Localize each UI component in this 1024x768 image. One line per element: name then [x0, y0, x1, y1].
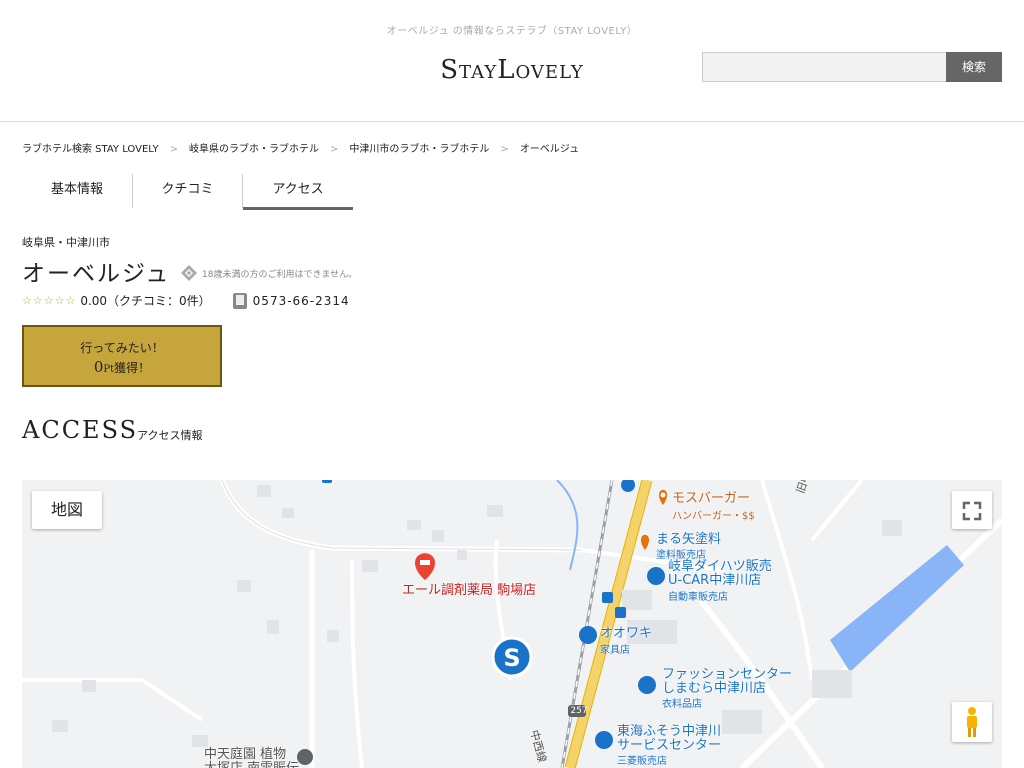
route-number-label: 257	[570, 706, 588, 716]
breadcrumb-separator: >	[500, 144, 509, 155]
poi-fuso[interactable]: 東海ふそう中津川 サービスセンター	[617, 725, 721, 753]
street-view-button[interactable]	[952, 702, 992, 742]
poi-shimamura-category: 衣料品店	[662, 699, 702, 710]
map-type-button[interactable]: 地図	[32, 491, 102, 529]
search-input[interactable]	[702, 52, 947, 82]
points-suffix: 獲得！	[114, 361, 151, 375]
furniture-store-marker-icon	[579, 626, 597, 644]
site-header: オーベルジュ の情報ならステラブ（STAY LOVELY） StayLovely…	[0, 0, 1024, 122]
breadcrumb-separator: >	[169, 144, 179, 155]
breadcrumb-item-prefecture[interactable]: 岐阜県のラブホ・ラブホテル	[189, 140, 319, 155]
shop-marker-icon	[641, 534, 649, 550]
tab-basic-info[interactable]: 基本情報	[22, 174, 132, 210]
age-restriction-icon	[181, 265, 197, 281]
want-to-go-button[interactable]: 行ってみたい！ 0Pt獲得！	[22, 325, 222, 387]
phone-icon	[232, 292, 247, 309]
poi-owaki[interactable]: オオワキ	[600, 627, 652, 641]
poi-shimamura[interactable]: ファッションセンター しまむら中津川店	[662, 668, 792, 696]
rating-row: ☆☆☆☆☆ 0.00（クチコミ：0件） 0573-66-2314	[22, 292, 350, 309]
points-line: 0Pt獲得！	[24, 358, 220, 376]
fullscreen-icon	[962, 501, 982, 521]
bus-stop-icon	[615, 607, 626, 618]
fullscreen-button[interactable]	[952, 491, 992, 529]
age-notice-text: 18歳未満の方のご利用はできません。	[202, 269, 358, 280]
svg-text:S: S	[503, 644, 520, 672]
hotel-area: 岐阜県・中津川市	[22, 236, 110, 249]
poi-owaki-category: 家具店	[600, 645, 630, 656]
pharmacy-marker-icon	[415, 553, 435, 580]
access-title: ACCESS	[22, 416, 139, 444]
tab-access[interactable]: アクセス	[243, 174, 353, 210]
poi-garden[interactable]: 中天庭園 植物 大塚店 南雲賑伝	[204, 748, 299, 768]
clothing-store-marker-icon	[638, 676, 656, 694]
breadcrumb: ラブホテル検索 STAY LOVELY > 岐阜県のラブホ・ラブホテル > 中津川市のラ…	[22, 140, 579, 155]
bus-stop-icon	[322, 480, 332, 483]
service-center-marker-icon	[595, 731, 613, 749]
rating-text[interactable]: 0.00（クチコミ：0件）	[80, 292, 210, 309]
park-marker-icon	[297, 749, 313, 765]
want-to-go-label: 行ってみたい！	[80, 341, 164, 355]
age-notice: 18歳未満の方のご利用はできません。	[180, 264, 357, 282]
breadcrumb-item-current: オーベルジュ	[519, 144, 580, 155]
search-button[interactable]: 検索	[946, 52, 1002, 82]
pegman-icon	[967, 707, 977, 737]
poi-maruya[interactable]: まる矢塗料	[656, 533, 721, 547]
breadcrumb-item-city[interactable]: 中津川市のラブホ・ラブホテル	[349, 140, 489, 155]
points-value: 0	[93, 358, 104, 376]
map-canvas[interactable]: S	[22, 480, 1002, 768]
site-tagline: オーベルジュ の情報ならステラブ（STAY LOVELY）	[386, 26, 638, 37]
poi-pharmacy[interactable]: エール調剤薬局 駒場店	[402, 584, 536, 598]
phone-number[interactable]: 0573-66-2314	[253, 294, 350, 308]
shop-marker-icon	[621, 480, 635, 492]
poi-mos-burger[interactable]: モスバーガー	[672, 492, 750, 506]
poi-daihatsu-category: 自動車販売店	[668, 592, 728, 603]
rating-stars: ☆☆☆☆☆	[22, 294, 77, 307]
poi-fuso-category: 三菱販売店	[617, 756, 667, 767]
breadcrumb-separator: >	[330, 144, 339, 155]
tab-reviews[interactable]: クチコミ	[133, 174, 242, 210]
hotel-name: オーベルジュ	[22, 261, 171, 287]
poi-mos-burger-category: ハンバーガー・$$	[672, 511, 755, 522]
breadcrumb-item-home[interactable]: ラブホテル検索 STAY LOVELY	[22, 140, 159, 155]
car-dealer-marker-icon	[647, 567, 665, 585]
poi-daihatsu[interactable]: 岐阜ダイハツ販売 U-CAR中津川店	[668, 560, 772, 588]
points-unit: Pt	[103, 364, 115, 375]
bus-stop-icon	[602, 592, 613, 603]
access-map[interactable]: S モスバーガー ハンバーガー・$$ まる矢塗料 塗料販売店 岐阜ダイハツ販売 …	[22, 480, 1002, 768]
access-subtitle: アクセス情報	[137, 429, 203, 442]
